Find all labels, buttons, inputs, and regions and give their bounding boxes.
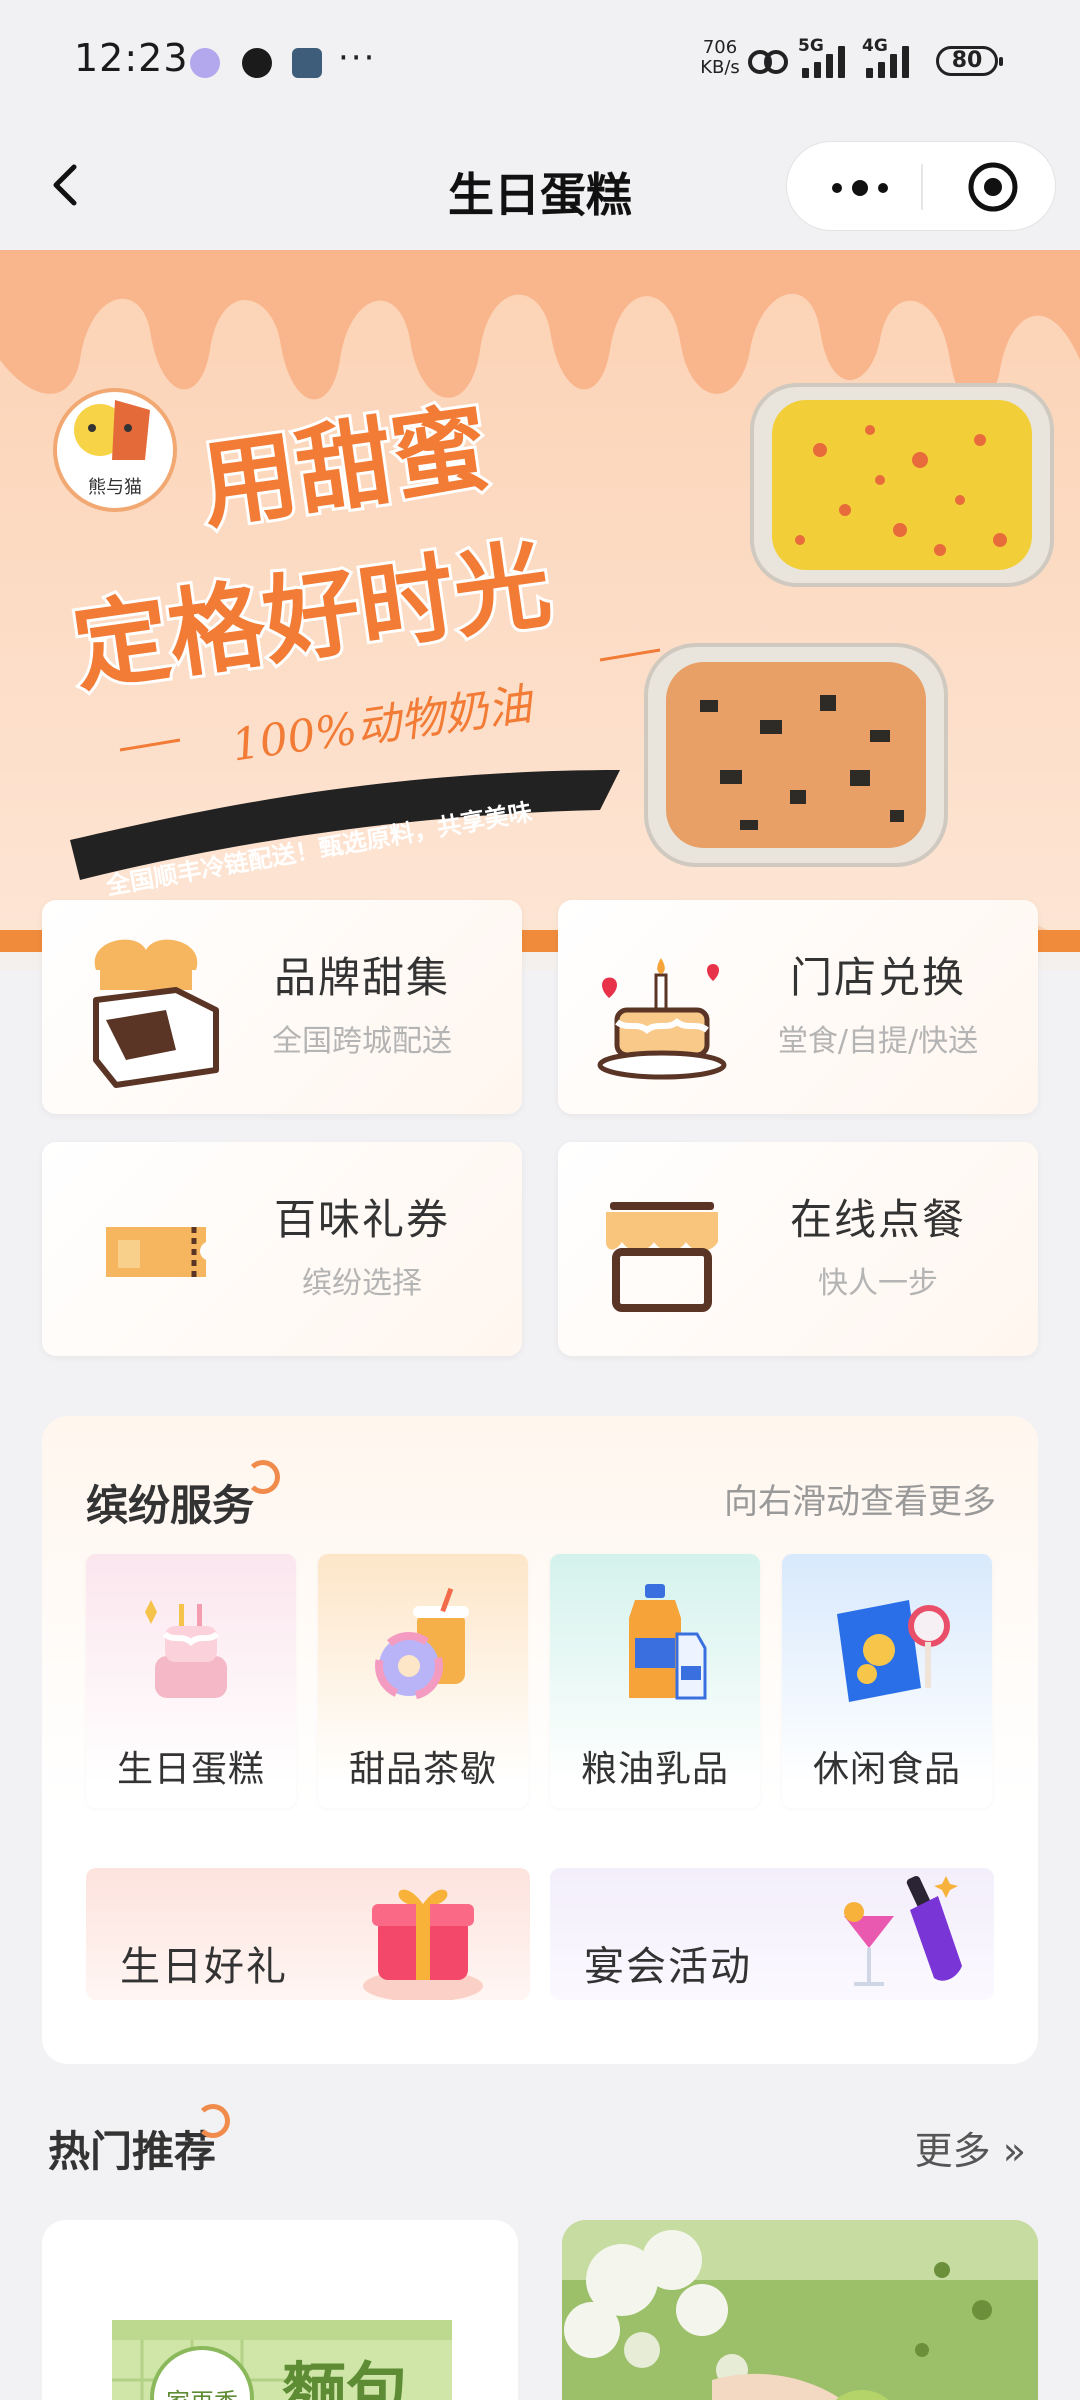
service-label: 生日蛋糕	[116, 1749, 265, 1790]
gift-box-icon	[363, 1889, 483, 2000]
title-decoration-icon	[196, 2104, 231, 2138]
coupon-icon	[106, 1227, 206, 1277]
app-notification-icon	[190, 48, 220, 78]
feature-gift-coupons[interactable]: 百味礼券 缤纷选择	[42, 1142, 522, 1356]
feature-subtitle: 堂食/自提/快送	[777, 1024, 979, 1059]
product-title-text: 麵包	[282, 2357, 410, 2400]
feature-subtitle: 快人一步	[818, 1266, 938, 1301]
promo-banquet-events[interactable]: 宴会活动	[550, 1868, 994, 2000]
cake-icon	[145, 1600, 227, 1698]
title-decoration-icon	[246, 1460, 281, 1494]
section-title: 缤纷服务	[86, 1460, 281, 1533]
product-card-flowers[interactable]	[562, 2220, 1038, 2400]
snack-icon	[837, 1600, 950, 1702]
more-button[interactable]: 更多 »	[915, 2120, 1026, 2175]
services-title-text: 缤纷服务	[86, 1481, 255, 1530]
hot-section-title: 热门推荐	[48, 2104, 231, 2179]
app-notification-icon-2	[292, 48, 322, 78]
feature-title: 百味礼券	[273, 1195, 450, 1244]
service-birthday-cake[interactable]: 生日蛋糕	[86, 1554, 296, 1808]
signal-4g-label: 4G	[862, 36, 888, 56]
more-notifications-icon: ···	[338, 38, 377, 78]
feature-subtitle: 缤纷选择	[302, 1266, 422, 1301]
services-panel: 缤纷服务 向右滑动查看更多 生日蛋糕 甜品茶歇 粮油乳品 休闲食品 生日好礼 宴…	[42, 1416, 1038, 2064]
hd-link-icon	[748, 50, 788, 74]
service-label: 休闲食品	[812, 1749, 961, 1790]
net-speed-value: 706	[702, 37, 738, 58]
oil-milk-icon	[629, 1584, 707, 1700]
feature-online-order[interactable]: 在线点餐 快人一步	[558, 1142, 1038, 1356]
battery-icon: 80	[936, 46, 1003, 76]
tiktok-notification-icon	[242, 48, 272, 78]
feature-store-exchange[interactable]: 门店兑换 堂食/自提/快送	[558, 900, 1038, 1114]
promo-label: 宴会活动	[584, 1944, 752, 1990]
scroll-hint: 向右滑动查看更多	[724, 1482, 996, 1522]
status-time: 12:23	[74, 36, 189, 80]
product-brand-text: 家再香	[166, 2388, 238, 2400]
signal-4g-icon: 4G	[860, 36, 920, 78]
product-card-bread[interactable]: 家再香 麵包	[42, 2220, 518, 2400]
net-speed: 706 KB/s	[698, 38, 742, 78]
product-image-bread: 家再香 麵包	[42, 2220, 518, 2400]
status-bar: 12:23 ··· 706 KB/s 5G 4G 80	[0, 0, 1080, 125]
feature-title: 品牌甜集	[273, 953, 450, 1002]
signal-5g-label: 5G	[798, 36, 824, 56]
donut-drink-icon	[375, 1587, 469, 1700]
hot-title-text: 热门推荐	[48, 2127, 217, 2176]
signal-5g-icon: 5G	[796, 36, 856, 78]
close-miniprogram-icon[interactable]	[967, 161, 1019, 213]
promo-birthday-gifts[interactable]: 生日好礼	[86, 1868, 530, 2000]
nav-bar: 生日蛋糕	[0, 125, 1080, 250]
promo-label: 生日好礼	[120, 1944, 288, 1990]
product-image-flowers	[562, 2220, 1038, 2400]
service-desserts-tea[interactable]: 甜品茶歇	[318, 1554, 528, 1808]
miniprogram-capsule	[786, 141, 1056, 231]
cocktail-icon	[844, 1875, 962, 1986]
feature-title: 门店兑换	[789, 953, 966, 1002]
service-label: 甜品茶歇	[348, 1749, 497, 1790]
service-label: 粮油乳品	[580, 1749, 729, 1790]
birthday-cake-icon	[597, 958, 727, 1080]
feature-subtitle: 全国跨城配送	[272, 1024, 452, 1059]
service-snacks[interactable]: 休闲食品	[782, 1554, 992, 1808]
feature-brand-sweets[interactable]: 品牌甜集 全国跨城配送	[42, 900, 522, 1114]
capsule-divider	[921, 164, 923, 210]
promo-banner[interactable]: 熊与猫 用甜蜜 定格好时光 100%动物奶油 全国顺丰冷链配送！甄选原料，共享美…	[0, 250, 1080, 970]
banner-art: 熊与猫 用甜蜜 定格好时光 100%动物奶油 全国顺丰冷链配送！甄选原料，共享美…	[0, 250, 1080, 970]
storefront-icon	[606, 1202, 718, 1312]
chef-box-icon	[93, 939, 219, 1088]
more-menu-icon[interactable]	[825, 168, 895, 208]
net-speed-unit: KB/s	[700, 57, 740, 78]
feature-title: 在线点餐	[789, 1195, 966, 1244]
banner-logo-text: 熊与猫	[88, 477, 142, 498]
service-grain-oil-dairy[interactable]: 粮油乳品	[550, 1554, 760, 1808]
